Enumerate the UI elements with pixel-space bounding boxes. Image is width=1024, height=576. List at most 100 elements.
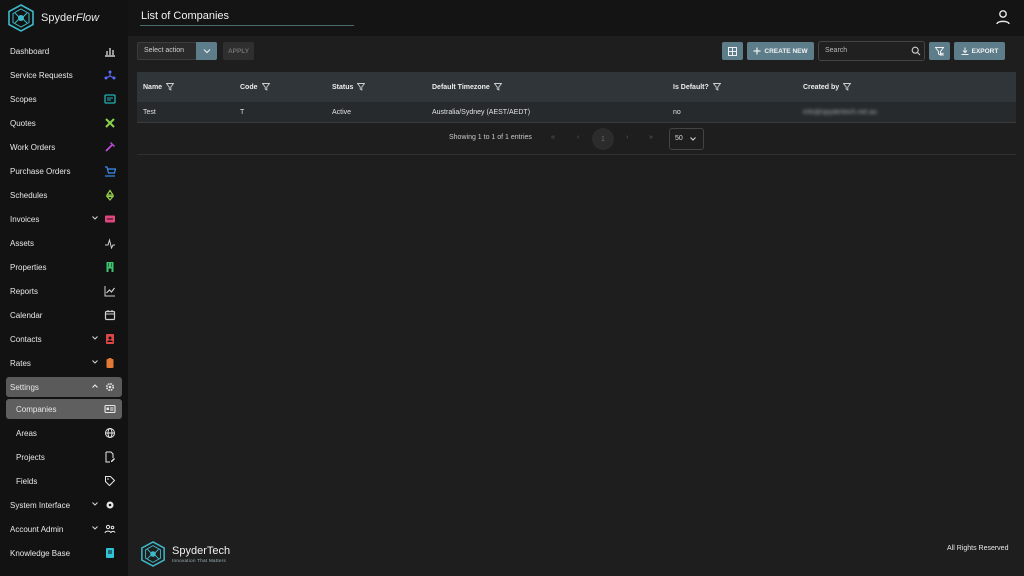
current-page-button[interactable]: 1 [592, 128, 614, 150]
search-icon[interactable] [911, 46, 921, 56]
gear-icon [105, 382, 115, 392]
sidebar-item-purchase-orders[interactable]: Purchase Orders [0, 159, 128, 183]
sidebar-item-contacts[interactable]: Contacts [0, 327, 128, 351]
book-icon [106, 548, 114, 558]
sidebar-item-account-admin[interactable]: Account Admin [0, 517, 128, 541]
column-header-label: Code [240, 83, 258, 91]
sidebar-item-projects[interactable]: Projects [0, 445, 128, 469]
column-header-created-by[interactable]: Created by [803, 83, 852, 91]
sidebar-item-schedules[interactable]: Schedules [0, 183, 128, 207]
table-header: Name Code Status Default Timezone Is Def… [137, 72, 1016, 102]
chevron-down-icon[interactable] [92, 215, 98, 221]
sidebar-item-service-requests[interactable]: Service Requests [0, 63, 128, 87]
brand[interactable]: SpyderFlow [0, 0, 128, 36]
sidebar: SpyderFlow Dashboard Service Requests Sc… [0, 0, 128, 576]
scope-icon [104, 94, 116, 104]
sidebar-item-companies[interactable]: Companies [6, 399, 122, 419]
chevron-down-icon[interactable] [92, 525, 98, 531]
cell-code: T [240, 109, 245, 116]
sidebar-item-label: Reports [10, 286, 39, 296]
column-header-code[interactable]: Code [240, 83, 270, 91]
cell-created-by: info@spydertech.net.au [803, 109, 878, 116]
filter-icon[interactable] [261, 83, 270, 91]
tag-icon [105, 476, 116, 487]
filter-icon[interactable] [357, 83, 366, 91]
filter-icon[interactable] [493, 83, 502, 91]
sidebar-item-label: Assets [10, 238, 35, 248]
search-input[interactable]: Search [818, 41, 925, 61]
recycle-icon [105, 189, 115, 201]
chevron-down-icon[interactable] [92, 359, 98, 365]
sidebar-item-label: Contacts [10, 334, 42, 344]
pulse-icon [105, 238, 115, 249]
sidebar-item-label: Dashboard [10, 46, 50, 56]
sidebar-item-label: Rates [10, 358, 31, 368]
building-icon [106, 262, 114, 272]
sidebar-item-work-orders[interactable]: Work Orders [0, 135, 128, 159]
cell-timezone: Australia/Sydney (AEST/AEDT) [432, 109, 531, 116]
export-button[interactable]: EXPORT [954, 42, 1005, 60]
export-label: EXPORT [971, 47, 999, 55]
column-header-is-default[interactable]: Is Default? [673, 83, 721, 91]
column-view-button[interactable] [722, 42, 743, 60]
sidebar-item-label: Fields [16, 476, 38, 486]
globe-icon [105, 428, 115, 438]
page-size-select[interactable]: 50 [669, 128, 704, 150]
spydertech-logo-icon [141, 541, 165, 567]
brand-title: SpyderFlow [41, 12, 100, 24]
sidebar-item-rates[interactable]: Rates [0, 351, 128, 375]
sidebar-item-dashboard[interactable]: Dashboard [0, 39, 128, 63]
column-header-status[interactable]: Status [332, 83, 366, 91]
apply-button[interactable]: APPLY [223, 42, 254, 60]
sidebar-item-knowledge-base[interactable]: Knowledge Base [0, 541, 128, 565]
chevron-down-icon[interactable] [690, 136, 696, 142]
table-footer-divider [137, 154, 1016, 155]
contact-icon [106, 334, 114, 344]
sidebar-item-label: Companies [16, 404, 57, 414]
sidebar-item-assets[interactable]: Assets [0, 231, 128, 255]
user-icon[interactable] [995, 9, 1011, 25]
sidebar-item-properties[interactable]: Properties [0, 255, 128, 279]
column-header-label: Created by [803, 83, 840, 91]
table-row[interactable]: Test T Active Australia/Sydney (AEST/AED… [137, 102, 1016, 123]
column-header-name[interactable]: Name [143, 83, 175, 91]
create-new-button[interactable]: CREATE NEW [747, 42, 814, 60]
chevron-down-icon[interactable] [92, 335, 98, 341]
sidebar-item-label: Knowledge Base [10, 548, 71, 558]
chevron-down-icon[interactable] [92, 501, 98, 507]
sidebar-item-label: Work Orders [10, 142, 56, 152]
calendar-icon [104, 310, 116, 321]
sidebar-item-system-interface[interactable]: System Interface [0, 493, 128, 517]
sidebar-item-label: Scopes [10, 94, 37, 104]
last-page-button[interactable]: » [649, 134, 653, 141]
trend-icon [104, 286, 115, 297]
filter-icon[interactable] [843, 83, 852, 91]
title-underline [140, 25, 354, 26]
sidebar-item-fields[interactable]: Fields [0, 469, 128, 493]
sidebar-item-label: Properties [10, 262, 47, 272]
sidebar-item-scopes[interactable]: Scopes [0, 87, 128, 111]
sidebar-item-areas[interactable]: Areas [0, 421, 128, 445]
next-page-button[interactable]: › [626, 134, 628, 141]
sidebar-item-reports[interactable]: Reports [0, 279, 128, 303]
cog-icon [106, 501, 114, 509]
filter-icon[interactable] [166, 83, 175, 91]
sidebar-item-label: Areas [16, 428, 37, 438]
sidebar-item-calendar[interactable]: Calendar [0, 303, 128, 327]
column-header-default-timezone[interactable]: Default Timezone [432, 83, 502, 91]
chevron-up-icon[interactable] [92, 383, 98, 389]
bulk-action-dropdown-button[interactable] [196, 42, 217, 60]
sidebar-item-quotes[interactable]: Quotes [0, 111, 128, 135]
column-header-label: Status [332, 83, 354, 91]
chart-bar-icon [105, 48, 115, 57]
sidebar-item-invoices[interactable]: Invoices [0, 207, 128, 231]
clear-filter-button[interactable] [929, 42, 950, 60]
first-page-button[interactable]: « [551, 134, 555, 141]
sidebar-item-settings[interactable]: Settings [6, 377, 122, 397]
filter-icon[interactable] [712, 83, 721, 91]
clipboard-icon [106, 358, 114, 368]
prev-page-button[interactable]: ‹ [577, 134, 579, 141]
sidebar-item-label: Quotes [10, 118, 36, 128]
bulk-action-select[interactable]: Select action [137, 42, 197, 60]
cart-icon [105, 166, 116, 177]
